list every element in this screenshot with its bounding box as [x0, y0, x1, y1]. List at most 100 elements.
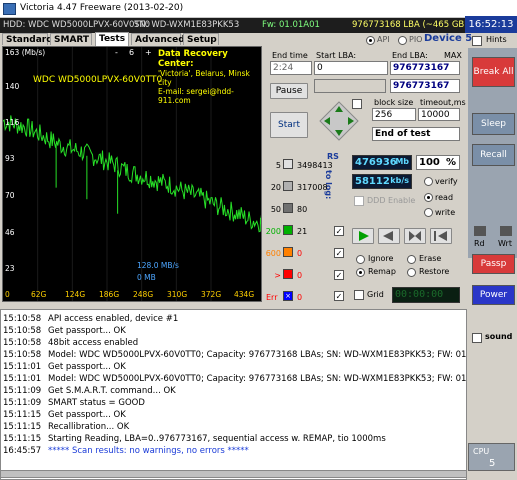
ddd-checkbox[interactable] [354, 196, 364, 206]
block-size-label: block size [374, 98, 414, 107]
drive-capacity: 976773168 LBA (~465 GB) [352, 20, 468, 30]
x-tick: 372G [201, 290, 222, 299]
log-row: 15:11:09 Get S.M.A.R.T. command... OK [3, 386, 176, 396]
log-checkbox-600[interactable]: ✓ [334, 248, 344, 258]
stat-ms-50: 50 [270, 205, 281, 214]
stat-count-20: 317008 [297, 183, 328, 192]
log-time: 15:11:15 [3, 410, 42, 420]
back-button[interactable] [378, 228, 400, 244]
read-radio[interactable] [424, 193, 433, 202]
verify-label: verify [435, 177, 458, 186]
x-tick: 248G [133, 290, 154, 299]
break-all-button[interactable]: Break All [472, 57, 515, 87]
hints-label: Hints [486, 35, 507, 44]
test-timer: 00:00:00 [392, 287, 460, 303]
end-lba-field[interactable]: 976773167 [390, 61, 460, 75]
cpu-value: 5 [489, 458, 496, 469]
y-axis-unit: 163 (Mb/s) [5, 48, 46, 57]
log-checkbox-200[interactable]: ✓ [334, 226, 344, 236]
y-tick: 46 [5, 228, 15, 237]
speed-readout: 128.0 MB/s 0 MB [137, 261, 179, 282]
slider-checkbox[interactable] [352, 99, 362, 109]
event-log: 15:10:58 API access enabled, device #1 15:… [0, 309, 467, 480]
write-radio[interactable] [424, 208, 433, 217]
tab-standard[interactable]: Standard [2, 33, 53, 45]
pause-button[interactable]: Pause [270, 83, 308, 99]
tab-advanced[interactable]: Advanced [131, 33, 185, 45]
grid-checkbox[interactable] [354, 290, 364, 300]
stat-ms-600: 600 [265, 249, 281, 258]
power-button[interactable]: Power [472, 285, 515, 305]
timeout-select[interactable]: 10000 [418, 108, 460, 121]
tab-smart[interactable]: SMART [50, 33, 92, 45]
end-button[interactable] [430, 228, 452, 244]
step-button[interactable] [404, 228, 426, 244]
ignore-radio[interactable] [356, 255, 365, 264]
log-scrollbar[interactable] [0, 470, 467, 478]
y-tick: 140 [5, 82, 20, 91]
pio-radio[interactable] [398, 36, 407, 45]
stat-block-50 [283, 203, 293, 213]
remap-label: Remap [368, 267, 396, 276]
start-button[interactable]: Start [270, 112, 308, 138]
y-tick: 93 [5, 154, 15, 163]
read-label: read [435, 193, 454, 202]
log-checkbox-over[interactable]: ✓ [334, 270, 344, 280]
end-of-test-select[interactable]: End of test [372, 127, 460, 141]
cpu-panel: CPU 5 [468, 443, 515, 471]
scale-value: 6 [129, 48, 135, 57]
verify-radio[interactable] [424, 177, 433, 186]
sound-checkbox[interactable] [472, 333, 482, 343]
stat-count-200: 21 [297, 227, 308, 236]
end-time-field[interactable]: 2:24 [270, 61, 312, 75]
y-tick: 116 [5, 118, 20, 127]
stat-ms-5: 5 [275, 161, 281, 170]
drive-model: HDD: WDC WD5000LPVX-60V0TT0 [3, 20, 151, 30]
api-radio[interactable] [366, 36, 375, 45]
stat-ms-over: > [274, 271, 281, 280]
passp-button[interactable]: Passp [472, 254, 515, 274]
sound-label: sound [485, 332, 513, 341]
x-tick: 434G [234, 290, 255, 299]
percent-value: 100 [419, 157, 440, 168]
log-row: 15:11:01 Model: WDC WD5000LPVX-60V0TT0; C… [3, 374, 466, 384]
graph-model-label: WDC WD5000LPVX-60V0TT0 [33, 75, 163, 85]
rd-label: Rd [474, 239, 485, 248]
log-checkbox-err[interactable]: ✓ [334, 291, 344, 301]
end-lba-field-2[interactable]: 976773167 [390, 79, 460, 93]
wrt-indicator [500, 226, 512, 236]
log-time: 15:11:09 [3, 386, 42, 396]
window-title: Victoria 4.47 Freeware (2013-02-20) [20, 3, 184, 13]
x-tick: 310G [167, 290, 188, 299]
speed-readout-value: 128.0 MB/s [137, 261, 179, 270]
scale-plus-button[interactable]: + [145, 48, 152, 57]
start-lba-field[interactable]: 0 [314, 61, 388, 75]
stat-ms-200: 200 [265, 227, 281, 236]
log-time: 15:10:58 [3, 338, 42, 348]
rs-label: RS [327, 152, 339, 161]
y-tick: 23 [5, 264, 15, 273]
restore-label: Restore [419, 267, 450, 276]
max-label[interactable]: MAX [444, 51, 462, 60]
log-row: 15:11:01 Get passport... OK [3, 362, 126, 372]
block-size-select[interactable]: 256 [372, 108, 416, 121]
log-time: 15:11:01 [3, 362, 42, 372]
tab-setup[interactable]: Setup [183, 33, 219, 45]
play-button[interactable] [352, 228, 374, 244]
api-label: API [377, 35, 390, 44]
erase-radio[interactable] [407, 255, 416, 264]
grid-label: Grid [367, 290, 384, 299]
restore-radio[interactable] [407, 268, 416, 277]
log-time: 15:10:58 [3, 326, 42, 336]
recall-button[interactable]: Recall [472, 144, 515, 166]
tab-tests[interactable]: Tests [95, 32, 129, 46]
scale-minus-button[interactable]: - [115, 48, 118, 57]
x-tick: 62G [31, 290, 47, 299]
log-message: Get S.M.A.R.T. command... OK [48, 386, 176, 396]
log-time: 15:10:58 [3, 314, 42, 324]
sleep-button[interactable]: Sleep [472, 113, 515, 135]
hints-checkbox[interactable] [472, 36, 482, 46]
speed-graph: 163 (Mb/s) 140 116 93 70 46 23 0 62G 124… [2, 46, 262, 302]
remap-radio[interactable] [356, 268, 365, 277]
log-time: 15:10:58 [3, 350, 42, 360]
